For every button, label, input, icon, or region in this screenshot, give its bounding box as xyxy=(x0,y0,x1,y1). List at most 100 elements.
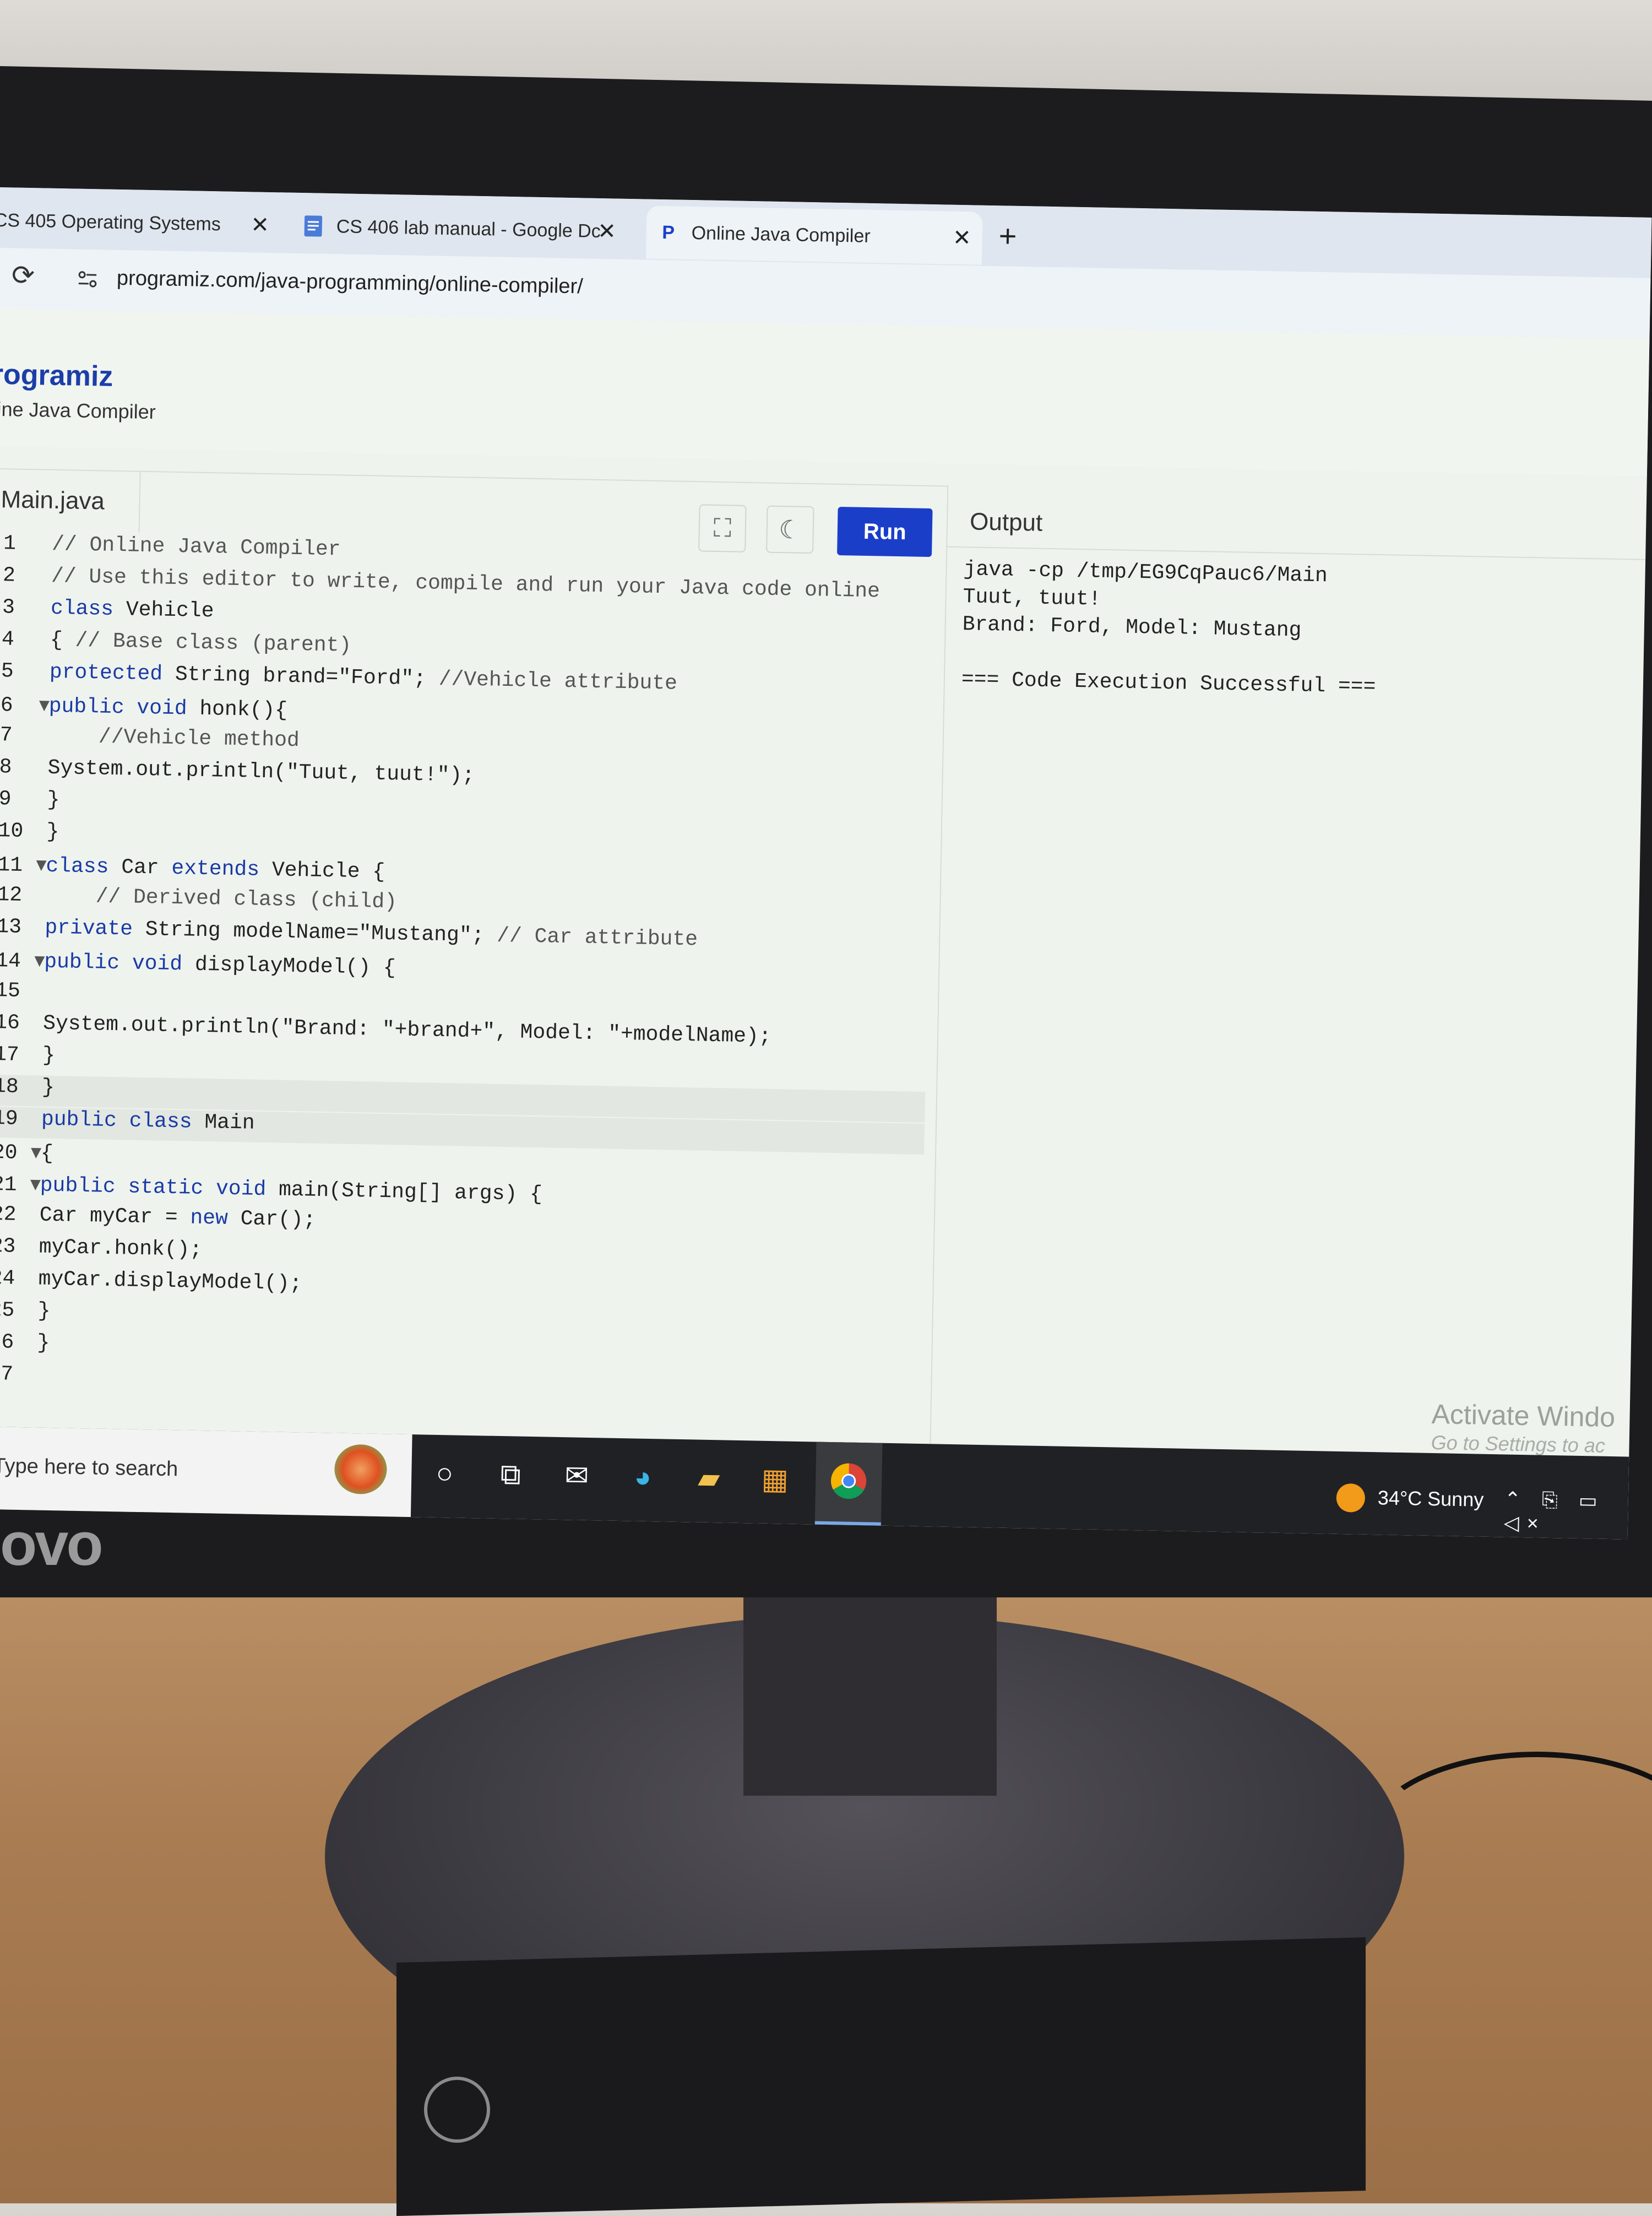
desktop-computer xyxy=(396,1937,1366,2216)
mail-icon[interactable]: ✉ xyxy=(553,1453,601,1500)
code-text: Car myCar = new Car(); xyxy=(39,1204,316,1232)
monitor-screen: CS 405 Operating Systems ✕ CS 406 lab ma… xyxy=(0,187,1651,1540)
output-line: Tuut, tuut! xyxy=(963,585,1101,611)
site-settings-icon[interactable] xyxy=(74,266,101,293)
line-number: 14 xyxy=(0,949,35,974)
code-text: } xyxy=(37,1331,50,1355)
close-tab-icon[interactable]: ✕ xyxy=(597,219,616,245)
task-view-icon[interactable]: ⧉ xyxy=(487,1451,535,1499)
output-line: java -cp /tmp/EG9CqPauc6/Main xyxy=(963,557,1328,588)
code-text: } xyxy=(37,1299,51,1323)
line-number: 1 xyxy=(0,532,42,556)
fold-chevron-icon xyxy=(29,1203,40,1227)
line-number: 23 xyxy=(0,1234,29,1259)
tab-os[interactable]: CS 405 Operating Systems ✕ xyxy=(0,194,281,252)
fold-chevron-icon xyxy=(35,915,45,939)
store-icon[interactable]: ▦ xyxy=(751,1456,798,1503)
fold-chevron-icon[interactable]: ▾ xyxy=(36,852,46,877)
code-text: } xyxy=(42,1076,55,1099)
code-text: } xyxy=(42,1044,56,1068)
output-line: === Code Execution Successful === xyxy=(961,668,1376,699)
fold-chevron-icon[interactable]: ▾ xyxy=(30,1139,41,1165)
code-text: myCar.honk(); xyxy=(39,1236,202,1262)
line-number: 12 xyxy=(0,883,36,908)
fold-chevron-icon xyxy=(31,1107,42,1131)
output-title: Output xyxy=(970,508,1043,537)
search-highlight-icon xyxy=(334,1444,388,1495)
code-text: //Vehicle method xyxy=(48,724,300,752)
page-subtitle: line Java Compiler xyxy=(0,398,156,424)
line-number: 2 xyxy=(0,564,41,588)
chrome-icon[interactable] xyxy=(825,1458,872,1505)
line-number: 9 xyxy=(0,787,37,812)
code-editor[interactable]: 1 // Online Java Compiler2 // Use this e… xyxy=(0,532,935,1441)
tab-lab-manual[interactable]: CS 406 lab manual - Google Dc ✕ xyxy=(302,199,628,258)
code-text: public static void main(String[] args) { xyxy=(40,1174,542,1207)
code-text: // Online Java Compiler xyxy=(52,533,341,562)
line-number: 20 xyxy=(0,1141,31,1166)
tab-online-java-compiler[interactable]: P Online Java Compiler ✕ xyxy=(646,206,983,265)
fold-chevron-icon xyxy=(35,884,46,907)
fold-chevron-icon xyxy=(42,533,52,556)
file-tab-main-java[interactable]: Main.java xyxy=(0,469,141,533)
file-explorer-icon[interactable]: ▰ xyxy=(686,1455,733,1502)
fold-chevron-icon xyxy=(34,979,44,1003)
monitor-stand-neck xyxy=(743,1597,997,1796)
code-text: public class Main xyxy=(41,1108,255,1135)
fold-chevron-icon xyxy=(32,1043,43,1067)
fold-chevron-icon xyxy=(28,1299,38,1323)
tab-label: CS 406 lab manual - Google Dc xyxy=(336,216,601,242)
weather-icon[interactable] xyxy=(1336,1483,1365,1513)
fold-chevron-icon xyxy=(41,596,51,620)
line-number: 3 xyxy=(0,595,41,620)
line-number: 22 xyxy=(0,1202,30,1227)
line-number: 24 xyxy=(0,1266,29,1291)
line-number: 15 xyxy=(0,979,34,1004)
google-docs-icon xyxy=(302,215,324,237)
line-number: 19 xyxy=(0,1107,31,1131)
url-field[interactable]: programiz.com/java-programming/online-co… xyxy=(117,267,584,299)
fold-chevron-icon xyxy=(27,1331,37,1354)
programiz-logo[interactable]: rogramiz xyxy=(0,358,113,393)
edge-icon[interactable]: ◕ xyxy=(620,1454,667,1501)
output-panel: Output java -cp /tmp/EG9CqPauc6/Main Tuu… xyxy=(930,486,1648,1457)
power-button[interactable] xyxy=(424,2077,490,2143)
output-divider xyxy=(947,546,1646,560)
close-tab-icon[interactable]: ✕ xyxy=(251,212,269,238)
line-number: 5 xyxy=(0,659,40,684)
fold-chevron-icon xyxy=(37,756,48,779)
line-number: 16 xyxy=(0,1011,34,1036)
monitor-brand-logo: ovo xyxy=(0,1509,101,1579)
fold-chevron-icon xyxy=(28,1267,39,1291)
close-tab-icon[interactable]: ✕ xyxy=(953,225,971,251)
fold-chevron-icon xyxy=(36,820,47,843)
line-number: 21 xyxy=(0,1173,30,1198)
fold-chevron-icon xyxy=(39,660,50,684)
line-number: 10 xyxy=(0,819,37,844)
fold-chevron-icon[interactable]: ▾ xyxy=(39,692,49,718)
line-number: 6 xyxy=(0,693,39,718)
new-tab-icon[interactable]: + xyxy=(998,218,1017,254)
code-text: myCar.displayModel(); xyxy=(38,1267,302,1296)
code-text: public void honk(){ xyxy=(48,695,287,723)
fold-chevron-icon xyxy=(38,724,48,747)
line-number: 7 xyxy=(0,723,39,748)
code-text: class Car extends Vehicle { xyxy=(46,854,385,884)
fold-chevron-icon xyxy=(26,1363,37,1386)
taskbar-search[interactable]: Type here to search xyxy=(0,1427,412,1517)
code-text: public void displayModel() { xyxy=(44,950,396,980)
fold-chevron-icon[interactable]: ▾ xyxy=(30,1171,40,1197)
fold-chevron-icon[interactable]: ▾ xyxy=(34,947,45,973)
weather-status[interactable]: 34°C Sunny xyxy=(1377,1486,1483,1511)
line-number: 27 xyxy=(0,1362,27,1387)
code-text: { xyxy=(40,1142,53,1166)
fold-chevron-icon xyxy=(33,1011,44,1035)
code-text: class Vehicle xyxy=(51,597,214,623)
line-number: 8 xyxy=(0,755,38,780)
line-number: 18 xyxy=(0,1075,32,1099)
search-input[interactable]: Type here to search xyxy=(0,1454,178,1481)
cortana-icon[interactable]: ○ xyxy=(421,1450,469,1497)
reload-icon[interactable]: ⟳ xyxy=(12,259,35,291)
code-text: // Derived class (child) xyxy=(45,884,397,914)
system-tray-icons[interactable]: ⌃ ⎘ ▭ ◁× xyxy=(1504,1487,1629,1536)
